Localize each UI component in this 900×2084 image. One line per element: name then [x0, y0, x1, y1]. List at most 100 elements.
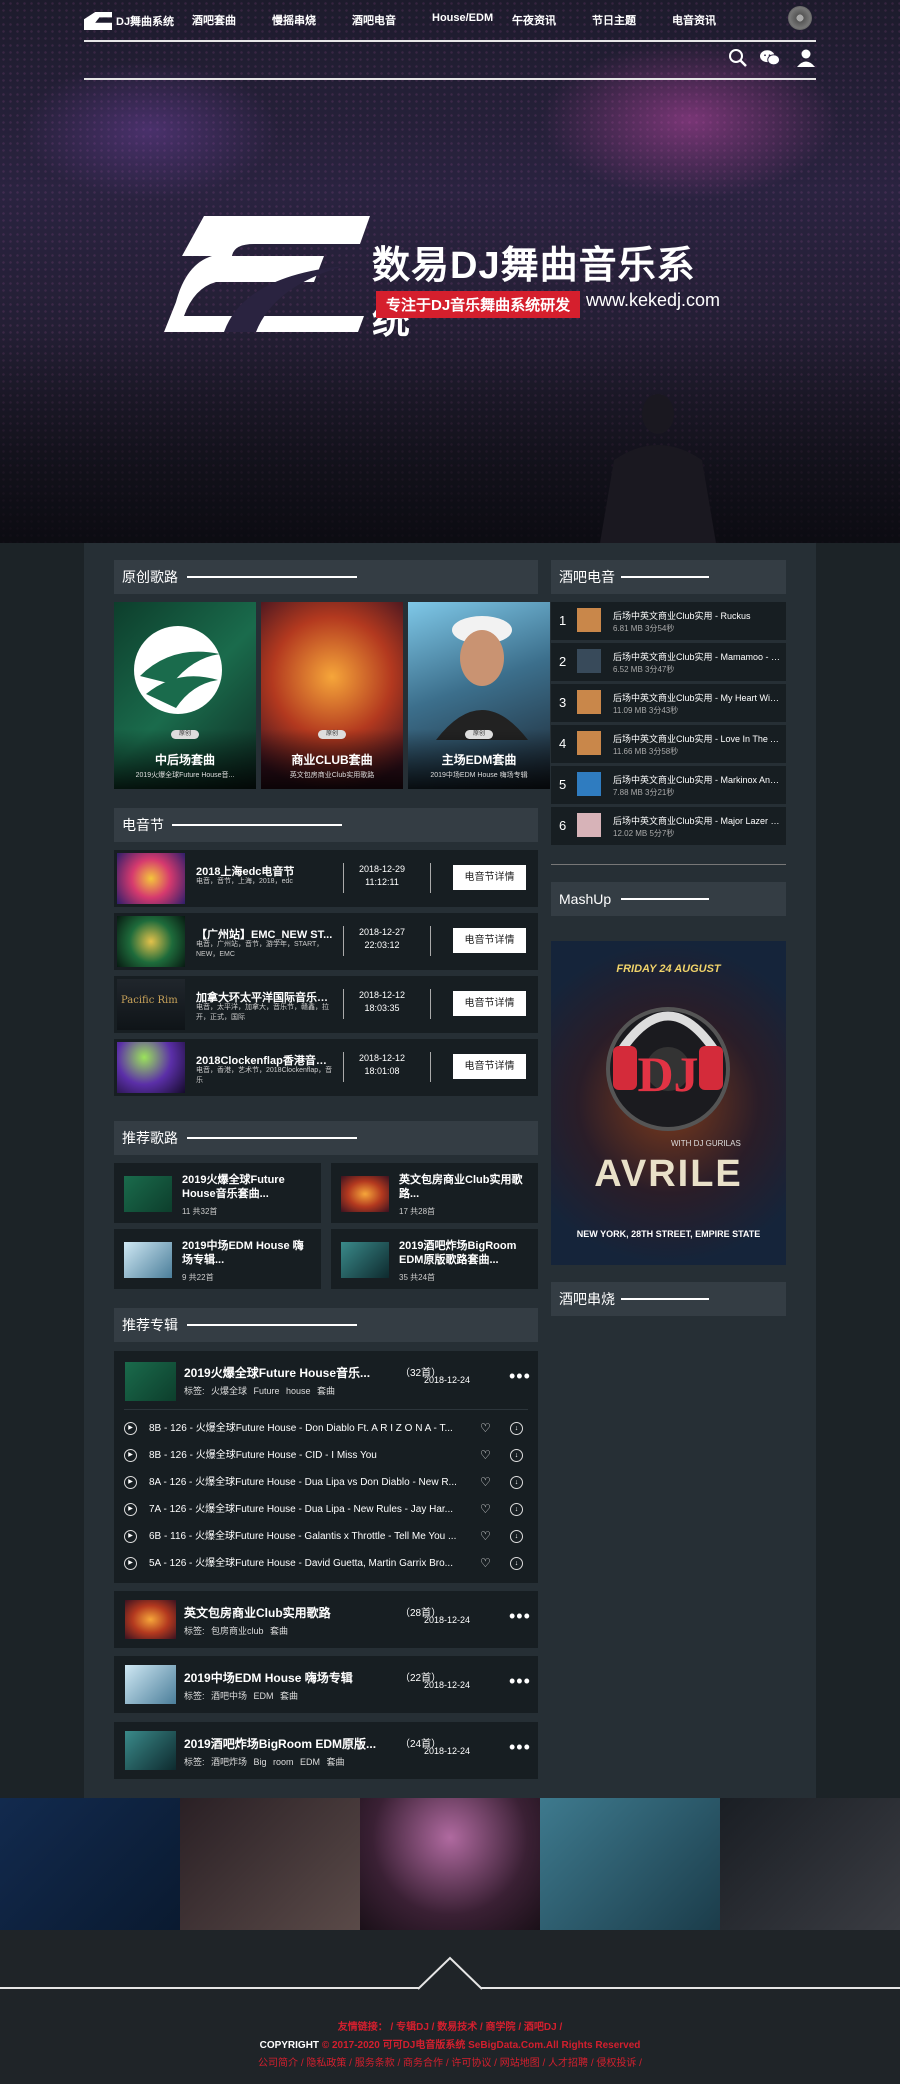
- song-title[interactable]: 2019酒吧炸场BigRoom EDM原版歌路套曲...: [399, 1239, 529, 1267]
- track-title[interactable]: 8B - 126 - 火爆全球Future House - Don Diablo…: [149, 1415, 464, 1442]
- recommend-song-card[interactable]: 2019酒吧炸场BigRoom EDM原版歌路套曲... 35 共24首: [331, 1229, 538, 1289]
- festival-row[interactable]: Pacific Rim 加拿大环太平洋国际音乐节... 电音，太平洋，加拿大，音…: [114, 976, 538, 1033]
- festival-detail-button[interactable]: 电音节详情: [453, 1054, 526, 1079]
- track-row[interactable]: ▶ 8B - 126 - 火爆全球Future House - CID - I M…: [124, 1442, 528, 1469]
- more-icon[interactable]: •••: [509, 1738, 531, 1756]
- mashup-poster[interactable]: FRIDAY 24 AUGUST DJ WITH DJ GURILAS AVRI…: [551, 941, 786, 1265]
- play-icon[interactable]: ▶: [124, 1557, 137, 1570]
- album-card[interactable]: 2019酒吧炸场BigRoom EDM原版... （24首） 标签: 酒吧炸场 …: [114, 1722, 538, 1779]
- nav-item[interactable]: House/EDM: [432, 12, 512, 28]
- card-name: 商业CLUB套曲: [291, 753, 373, 767]
- track-title[interactable]: 8A - 126 - 火爆全球Future House - Dua Lipa v…: [149, 1469, 464, 1496]
- wechat-icon[interactable]: [760, 48, 780, 68]
- heart-icon[interactable]: ♡: [480, 1523, 491, 1550]
- brand-url[interactable]: www.kekedj.com: [586, 290, 720, 311]
- track-title[interactable]: 6B - 116 - 火爆全球Future House - Galantis x…: [149, 1523, 464, 1550]
- album-cover: [125, 1731, 176, 1770]
- album-tags: 标签: 酒吧炸场 Big room EDM 套曲: [184, 1757, 345, 1767]
- heart-icon[interactable]: ♡: [480, 1442, 491, 1469]
- original-card[interactable]: 原创 主场EDM套曲 2019中场EDM House 嗨场专辑: [408, 602, 550, 789]
- nav-item[interactable]: 午夜资讯: [512, 12, 592, 28]
- footer-links[interactable]: 公司简介 / 隐私政策 / 服务条款 / 商务合作 / 许可协议 / 网站地图 …: [0, 2054, 900, 2069]
- user-icon[interactable]: [796, 48, 816, 68]
- track-title[interactable]: 8B - 126 - 火爆全球Future House - CID - I Mi…: [149, 1442, 464, 1469]
- track-title[interactable]: 后场中英文商业Club实用 - Love In The Ai...: [613, 732, 781, 745]
- nav-item[interactable]: 酒吧套曲: [192, 12, 272, 28]
- download-icon[interactable]: ↓: [510, 1422, 523, 1435]
- track-title[interactable]: 后场中英文商业Club实用 - Major Lazer P...: [613, 814, 781, 827]
- track-row[interactable]: ▶ 6B - 116 - 火爆全球Future House - Galantis …: [124, 1523, 528, 1550]
- divider: [430, 989, 431, 1019]
- recommend-song-card[interactable]: 英文包房商业Club实用歌路... 17 共28首: [331, 1163, 538, 1223]
- heart-icon[interactable]: ♡: [480, 1496, 491, 1523]
- heart-icon[interactable]: ♡: [480, 1415, 491, 1442]
- download-icon[interactable]: ↓: [510, 1449, 523, 1462]
- recommend-song-card[interactable]: 2019火爆全球Future House音乐套曲... 11 共32首: [114, 1163, 321, 1223]
- back-to-top-icon[interactable]: [418, 1956, 482, 1990]
- song-title[interactable]: 2019中场EDM House 嗨场专辑...: [182, 1239, 312, 1267]
- festival-row[interactable]: 2018上海edc电音节 电音，音节，上海，2018，edc 2018-12-2…: [114, 850, 538, 907]
- album-name[interactable]: 英文包房商业Club实用歌路: [184, 1604, 384, 1621]
- vinyl-disc-icon[interactable]: [788, 6, 812, 30]
- album-name[interactable]: 2019中场EDM House 嗨场专辑: [184, 1669, 384, 1686]
- track-row[interactable]: ▶ 5A - 126 - 火爆全球Future House - David Gue…: [124, 1550, 528, 1577]
- track-row[interactable]: ▶ 8B - 126 - 火爆全球Future House - Don Diabl…: [124, 1415, 528, 1442]
- heart-icon[interactable]: ♡: [480, 1469, 491, 1496]
- friend-links[interactable]: 友情链接： / 专辑DJ / 数易技术 / 商学院 / 酒吧DJ /: [0, 2018, 900, 2033]
- search-icon[interactable]: [728, 48, 748, 68]
- festival-thumb: Pacific Rim: [117, 979, 185, 1030]
- festival-detail-button[interactable]: 电音节详情: [453, 865, 526, 890]
- track-title[interactable]: 5A - 126 - 火爆全球Future House - David Guet…: [149, 1550, 464, 1577]
- recommend-song-card[interactable]: 2019中场EDM House 嗨场专辑... 9 共22首: [114, 1229, 321, 1289]
- download-icon[interactable]: ↓: [510, 1530, 523, 1543]
- more-icon[interactable]: •••: [509, 1367, 531, 1385]
- play-icon[interactable]: ▶: [124, 1449, 137, 1462]
- download-icon[interactable]: ↓: [510, 1503, 523, 1516]
- album-card[interactable]: 英文包房商业Club实用歌路 （28首） 标签: 包房商业club 套曲 201…: [114, 1591, 538, 1648]
- festival-row[interactable]: 2018Clockenflap香港音乐... 电音，香港，艺术节，2018Clo…: [114, 1039, 538, 1096]
- track-row[interactable]: ▶ 8A - 126 - 火爆全球Future House - Dua Lipa …: [124, 1469, 528, 1496]
- festival-tags: 电音，太平洋，加拿大，音乐节，赣鑫，拉开，正式，国际: [196, 1004, 329, 1021]
- album-card[interactable]: 2019中场EDM House 嗨场专辑 （22首） 标签: 酒吧中场 EDM …: [114, 1656, 538, 1713]
- ranking-row[interactable]: 5 后场中英文商业Club实用 - Markinox And ... 7.88 MB…: [551, 766, 786, 804]
- more-icon[interactable]: •••: [509, 1607, 531, 1625]
- nav-item[interactable]: 酒吧电音: [352, 12, 432, 28]
- ranking-row[interactable]: 6 后场中英文商业Club实用 - Major Lazer P... 12.02 M…: [551, 807, 786, 845]
- original-card[interactable]: 原创 商业CLUB套曲 英文包房商业Club实用歌路: [261, 602, 403, 789]
- festival-tags: 电音，香港，艺术节，2018Clockenflap，音乐: [196, 1067, 333, 1084]
- album-name[interactable]: 2019酒吧炸场BigRoom EDM原版...: [184, 1735, 384, 1752]
- festival-detail-button[interactable]: 电音节详情: [453, 991, 526, 1016]
- site-logo[interactable]: DJ舞曲系统: [84, 12, 174, 30]
- track-title[interactable]: 后场中英文商业Club实用 - Ruckus: [613, 609, 781, 622]
- song-meta: 35 共24首: [399, 1273, 436, 1282]
- download-icon[interactable]: ↓: [510, 1476, 523, 1489]
- heart-icon[interactable]: ♡: [480, 1550, 491, 1577]
- track-row[interactable]: ▶ 7A - 126 - 火爆全球Future House - Dua Lipa …: [124, 1496, 528, 1523]
- track-meta: 6.52 MB 3分47秒: [613, 665, 675, 674]
- song-title[interactable]: 2019火爆全球Future House音乐套曲...: [182, 1173, 312, 1201]
- main-nav: 酒吧套曲 慢摇串烧 酒吧电音 House/EDM 午夜资讯 节日主题 电音资讯: [192, 12, 752, 28]
- download-icon[interactable]: ↓: [510, 1557, 523, 1570]
- festival-row[interactable]: 【广州站】EMC_NEW ST... 电音，广州站，音节，游学年，START，N…: [114, 913, 538, 970]
- track-title[interactable]: 后场中英文商业Club实用 - My Heart Will ...: [613, 691, 781, 704]
- track-title[interactable]: 后场中英文商业Club实用 - Markinox And ...: [613, 773, 781, 786]
- nav-item[interactable]: 电音资讯: [672, 12, 752, 28]
- nav-item[interactable]: 节日主题: [592, 12, 672, 28]
- ranking-row[interactable]: 4 后场中英文商业Club实用 - Love In The Ai... 11.66 …: [551, 725, 786, 763]
- ranking-row[interactable]: 1 后场中英文商业Club实用 - Ruckus 6.81 MB 3分54秒: [551, 602, 786, 640]
- play-icon[interactable]: ▶: [124, 1476, 137, 1489]
- play-icon[interactable]: ▶: [124, 1503, 137, 1516]
- album-name[interactable]: 2019火爆全球Future House音乐...: [184, 1364, 384, 1381]
- nav-item[interactable]: 慢摇串烧: [272, 12, 352, 28]
- ranking-row[interactable]: 3 后场中英文商业Club实用 - My Heart Will ... 11.09 …: [551, 684, 786, 722]
- play-icon[interactable]: ▶: [124, 1422, 137, 1435]
- festival-detail-button[interactable]: 电音节详情: [453, 928, 526, 953]
- original-card[interactable]: 原创 中后场套曲 2019火爆全球Future House音...: [114, 602, 256, 789]
- play-icon[interactable]: ▶: [124, 1530, 137, 1543]
- track-title[interactable]: 后场中英文商业Club实用 - Mamamoo - P...: [613, 650, 781, 663]
- card-desc: 英文包房商业Club实用歌路: [289, 772, 375, 779]
- more-icon[interactable]: •••: [509, 1672, 531, 1690]
- ranking-row[interactable]: 2 后场中英文商业Club实用 - Mamamoo - P... 6.52 MB 3…: [551, 643, 786, 681]
- track-title[interactable]: 7A - 126 - 火爆全球Future House - Dua Lipa -…: [149, 1496, 464, 1523]
- song-title[interactable]: 英文包房商业Club实用歌路...: [399, 1173, 529, 1201]
